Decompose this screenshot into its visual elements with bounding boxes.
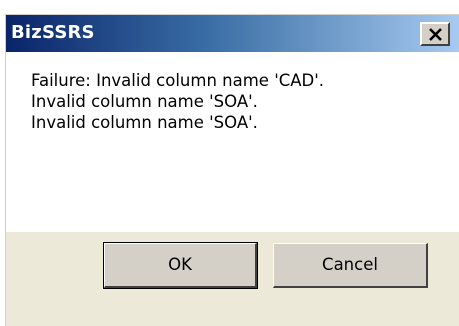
message-line-3: Invalid column name 'SOA'. bbox=[31, 113, 258, 132]
ok-button[interactable]: OK bbox=[103, 242, 258, 289]
message-line-1: Failure: Invalid column name 'CAD'. bbox=[31, 71, 325, 90]
window-title: BizSSRS bbox=[11, 22, 95, 43]
message-line-2: Invalid column name 'SOA'. bbox=[31, 92, 258, 111]
error-message: Failure: Invalid column name 'CAD'. Inval… bbox=[31, 70, 324, 133]
close-icon bbox=[429, 28, 442, 41]
cancel-button[interactable]: Cancel bbox=[273, 243, 428, 288]
title-bar[interactable]: BizSSRS bbox=[6, 15, 459, 52]
close-button[interactable] bbox=[420, 22, 450, 46]
